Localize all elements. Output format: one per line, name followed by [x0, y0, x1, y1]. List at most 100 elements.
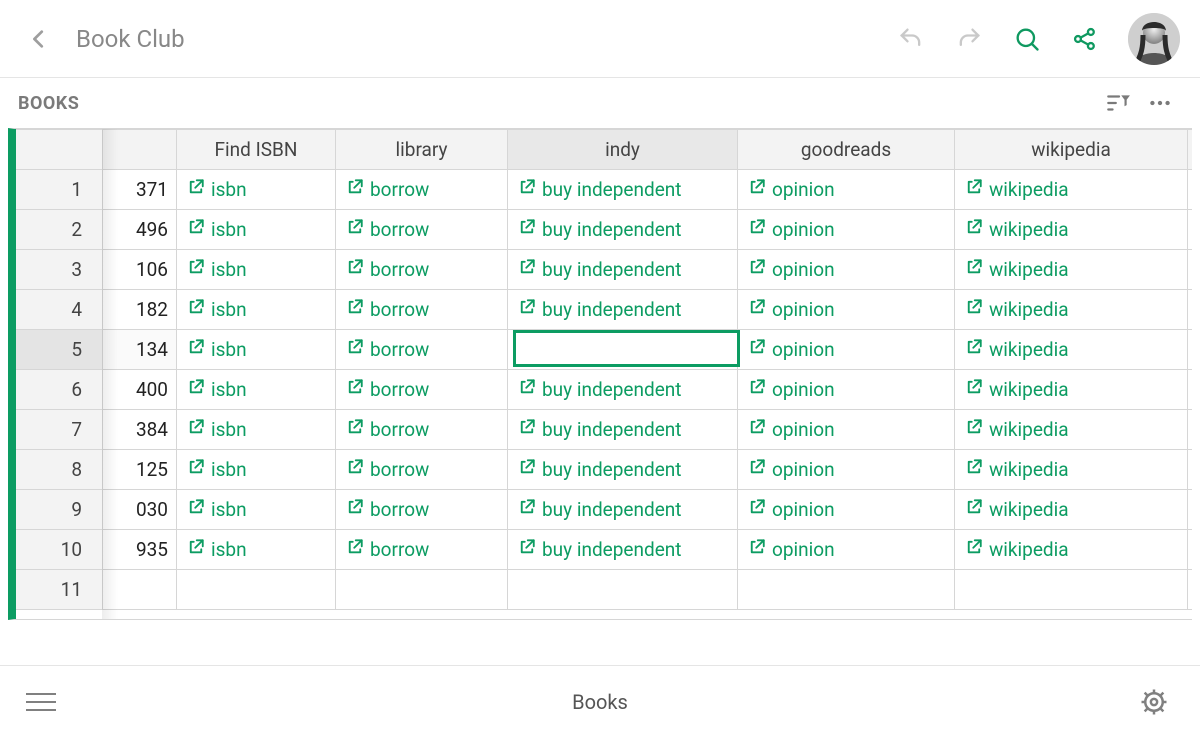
cell-library[interactable]: borrow	[336, 170, 508, 210]
table-row[interactable]: 3106isbnborrowbuy independentopinionwiki…	[15, 250, 1193, 290]
filter-button[interactable]	[1100, 85, 1136, 121]
cell-extra[interactable]	[1188, 490, 1193, 530]
isbn-link[interactable]: isbn	[187, 418, 247, 441]
opinion-link[interactable]: opinion	[748, 418, 835, 441]
cell-goodreads[interactable]: opinion	[738, 250, 955, 290]
cell-indy[interactable]: buy independent	[508, 530, 738, 570]
wikipedia-link[interactable]: wikipedia	[965, 498, 1069, 521]
wikipedia-link[interactable]: wikipedia	[965, 218, 1069, 241]
row-number[interactable]: 6	[15, 370, 103, 410]
cell-wikipedia[interactable]: wikipedia	[955, 210, 1188, 250]
table-row[interactable]: 11	[15, 570, 1193, 610]
opinion-link[interactable]: opinion	[748, 178, 835, 201]
table-row[interactable]: 4182isbnborrowbuy independentopinionwiki…	[15, 290, 1193, 330]
table-row[interactable]: 6400isbnborrowbuy independentopinionwiki…	[15, 370, 1193, 410]
cell-extra[interactable]	[1188, 210, 1193, 250]
wikipedia-link[interactable]: wikipedia	[965, 418, 1069, 441]
cell-isbn[interactable]: isbn	[177, 490, 336, 530]
redo-button[interactable]	[946, 16, 992, 62]
borrow-link[interactable]: borrow	[346, 538, 429, 561]
cell-extra[interactable]	[1188, 330, 1193, 370]
cell-extra[interactable]	[1188, 410, 1193, 450]
wikipedia-link[interactable]: wikipedia	[965, 178, 1069, 201]
column-header-indy[interactable]: indy	[508, 130, 738, 170]
borrow-link[interactable]: borrow	[346, 458, 429, 481]
cell-goodreads[interactable]: opinion	[738, 410, 955, 450]
row-number[interactable]: 9	[15, 490, 103, 530]
cell-wikipedia[interactable]: wikipedia	[955, 250, 1188, 290]
row-number[interactable]: 5	[15, 330, 103, 370]
cell-goodreads[interactable]: opinion	[738, 210, 955, 250]
buy-independent-link[interactable]: buy independent	[518, 498, 682, 521]
cell-extra[interactable]	[1188, 170, 1193, 210]
borrow-link[interactable]: borrow	[346, 258, 429, 281]
cell-library[interactable]: borrow	[336, 490, 508, 530]
cell-library[interactable]: borrow	[336, 530, 508, 570]
cell-library[interactable]	[336, 570, 508, 610]
cell-isbn[interactable]: isbn	[177, 210, 336, 250]
cell-wikipedia[interactable]: wikipedia	[955, 530, 1188, 570]
isbn-link[interactable]: isbn	[187, 378, 247, 401]
cell-extra[interactable]	[1188, 370, 1193, 410]
cell-indy[interactable]: buy independent	[508, 250, 738, 290]
cell-isbn[interactable]: isbn	[177, 410, 336, 450]
isbn-link[interactable]: isbn	[187, 538, 247, 561]
cell-partial[interactable]: 400	[103, 370, 177, 410]
wikipedia-link[interactable]: wikipedia	[965, 458, 1069, 481]
row-number[interactable]: 3	[15, 250, 103, 290]
table-row[interactable]: 5134 isbn borrow opinion wikipedia	[15, 330, 1193, 370]
cell-isbn[interactable]: isbn	[177, 370, 336, 410]
row-number[interactable]: 1	[15, 170, 103, 210]
cell-indy[interactable]	[508, 570, 738, 610]
cell-library[interactable]: borrow	[336, 410, 508, 450]
borrow-link[interactable]: borrow	[346, 178, 429, 201]
cell-goodreads[interactable]: opinion	[738, 530, 955, 570]
settings-button[interactable]	[1134, 682, 1174, 722]
isbn-link[interactable]: isbn	[187, 498, 247, 521]
cell-partial[interactable]: 182	[103, 290, 177, 330]
menu-button[interactable]	[26, 682, 66, 722]
table-row[interactable]: 2496isbnborrowbuy independentopinionwiki…	[15, 210, 1193, 250]
cell-indy[interactable]: buy independent	[508, 490, 738, 530]
cell-goodreads[interactable]: opinion	[738, 170, 955, 210]
cell-wikipedia[interactable]: wikipedia	[955, 370, 1188, 410]
opinion-link[interactable]: opinion	[748, 458, 835, 481]
cell-isbn[interactable]: isbn	[177, 290, 336, 330]
undo-button[interactable]	[888, 16, 934, 62]
buy-independent-link[interactable]: buy independent	[518, 538, 682, 561]
opinion-link[interactable]: opinion	[748, 218, 835, 241]
cell-indy[interactable]: buy independent	[508, 370, 738, 410]
cell-goodreads[interactable]: opinion	[738, 330, 955, 370]
cell-indy[interactable]: buy independent	[508, 210, 738, 250]
cell-isbn[interactable]: isbn	[177, 250, 336, 290]
cell-wikipedia[interactable]	[955, 570, 1188, 610]
cell-indy[interactable]: buy independent	[508, 450, 738, 490]
cell-isbn[interactable]: isbn	[177, 450, 336, 490]
borrow-link[interactable]: borrow	[346, 498, 429, 521]
cell-partial[interactable]: 134	[103, 330, 177, 370]
corner-cell[interactable]	[15, 130, 103, 170]
search-button[interactable]	[1004, 16, 1050, 62]
cell-indy[interactable]: buy independent	[508, 290, 738, 330]
row-number[interactable]: 10	[15, 530, 103, 570]
table-row[interactable]: 1371isbnborrowbuy independentopinionwiki…	[15, 170, 1193, 210]
row-number[interactable]: 8	[15, 450, 103, 490]
cell-partial[interactable]: 935	[103, 530, 177, 570]
cell-library[interactable]: borrow	[336, 330, 508, 370]
isbn-link[interactable]: isbn	[187, 338, 247, 361]
cell-goodreads[interactable]: opinion	[738, 490, 955, 530]
cell-goodreads[interactable]: opinion	[738, 450, 955, 490]
cell-indy[interactable]: buy independent	[508, 410, 738, 450]
cell-indy[interactable]: buy independent	[508, 170, 738, 210]
buy-independent-link[interactable]: buy independent	[518, 418, 682, 441]
column-header-library[interactable]: library	[336, 130, 508, 170]
cell-extra[interactable]	[1188, 290, 1193, 330]
wikipedia-link[interactable]: wikipedia	[965, 378, 1069, 401]
column-header-partial[interactable]	[103, 130, 177, 170]
opinion-link[interactable]: opinion	[748, 258, 835, 281]
wikipedia-link[interactable]: wikipedia	[965, 338, 1069, 361]
row-number[interactable]: 7	[15, 410, 103, 450]
cell-isbn[interactable]: isbn	[177, 330, 336, 370]
cell-partial[interactable]: 384	[103, 410, 177, 450]
isbn-link[interactable]: isbn	[187, 218, 247, 241]
